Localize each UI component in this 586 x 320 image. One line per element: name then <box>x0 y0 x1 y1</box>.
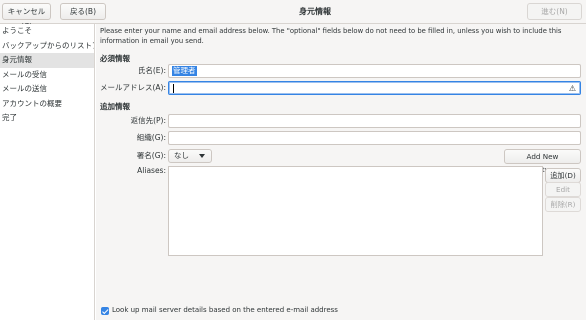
optional-heading: 追加情報 <box>100 102 130 111</box>
intro-text: Please enter your name and email address… <box>100 27 562 45</box>
signature-label: 署名(G): <box>136 151 166 160</box>
sidebar-item-sending[interactable]: メールの送信 <box>0 82 94 97</box>
sidebar-item-restore[interactable]: バックアップからのリストア <box>0 39 94 54</box>
email-label: メールアドレス(A): <box>99 83 166 92</box>
lookup-label: Look up mail server details based on the… <box>112 306 338 314</box>
sidebar-item-welcome[interactable]: ようこそ <box>0 24 94 39</box>
next-button[interactable]: 進む(N) <box>527 3 582 20</box>
lookup-checkbox[interactable] <box>101 307 109 315</box>
sidebar-item-done[interactable]: 完了 <box>0 111 94 126</box>
text-cursor <box>173 84 174 93</box>
organization-label: 組織(G): <box>136 133 166 142</box>
add-signature-button[interactable]: Add New Signature... <box>504 149 581 174</box>
alias-edit-button[interactable]: Edit <box>545 182 581 197</box>
header-bar: キャンセル(C) 戻る(B) 身元情報 進む(N) <box>0 0 586 31</box>
name-label: 氏名(E): <box>137 66 166 75</box>
sidebar-item-identity[interactable]: 身元情報 <box>0 53 94 68</box>
window-title: 身元情報 <box>299 7 331 16</box>
organization-field[interactable] <box>168 131 581 145</box>
sidebar-item-summary[interactable]: アカウントの概要 <box>0 97 94 112</box>
assistant-sidebar: ようこそ バックアップからのリストア 身元情報 メールの受信 メールの送信 アカ… <box>0 24 95 320</box>
name-field[interactable]: 管理者 <box>168 64 581 78</box>
aliases-list[interactable] <box>168 166 543 256</box>
alias-remove-button[interactable]: 削除(R) <box>545 197 581 212</box>
aliases-label: Aliases: <box>137 166 166 175</box>
reply-to-label: 返信先(P): <box>130 116 166 125</box>
sidebar-item-receiving[interactable]: メールの受信 <box>0 68 94 83</box>
cancel-button[interactable]: キャンセル(C) <box>2 3 51 31</box>
alias-add-button[interactable]: 追加(D) <box>545 168 581 183</box>
email-field[interactable]: ⚠ <box>168 81 581 95</box>
identity-page: Please enter your name and email address… <box>96 24 586 320</box>
warning-icon: ⚠ <box>568 84 576 93</box>
signature-select[interactable]: なし <box>168 149 212 163</box>
signature-selected-value: なし <box>174 151 189 160</box>
reply-to-field[interactable] <box>168 114 581 128</box>
name-value: 管理者 <box>172 66 197 76</box>
required-heading: 必須情報 <box>100 54 130 63</box>
back-button[interactable]: 戻る(B) <box>60 3 106 20</box>
chevron-down-icon <box>199 154 205 158</box>
